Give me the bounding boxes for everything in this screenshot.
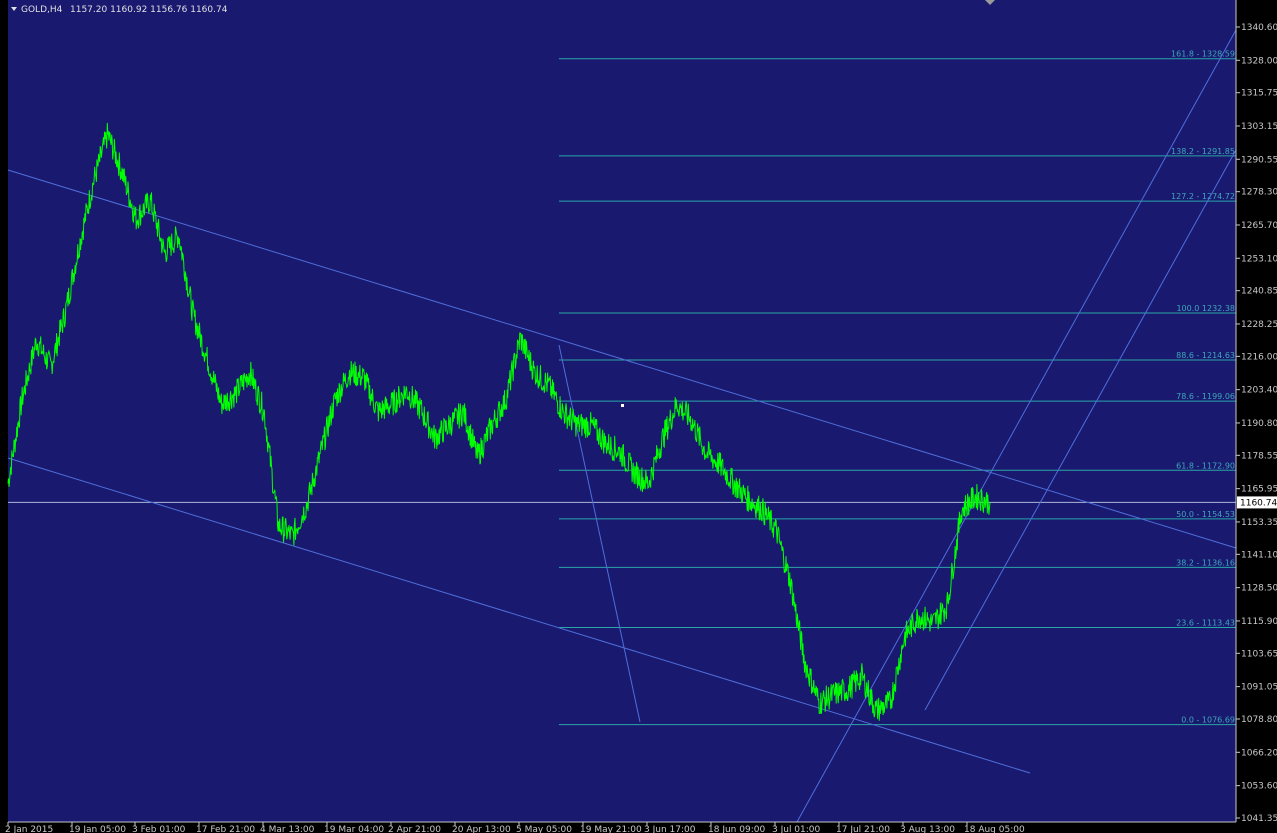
x-tick-label: 2 Apr 21:00 — [388, 825, 441, 833]
y-tick-label: 1103.65 — [1241, 649, 1277, 659]
y-tick-label: 1203.40 — [1241, 386, 1277, 396]
y-axis: 1340.60 1328.00 1315.75 1303.15 1290.55 1278.… — [1235, 0, 1277, 833]
x-tick-label: 19 May 21:00 — [580, 825, 642, 833]
y-tick-label: 1128.50 — [1241, 584, 1277, 594]
fib-label: 78.6 - 1199.06 — [1176, 392, 1235, 401]
x-tick-label: 3 Aug 13:00 — [900, 825, 955, 833]
y-tick-label: 1178.55 — [1241, 451, 1277, 461]
y-tick-label: 1265.70 — [1241, 221, 1277, 231]
fib-label: 127.2 - 1274.72 — [1171, 192, 1235, 201]
y-tick-label: 1078.80 — [1241, 715, 1277, 725]
fib-label: 61.8 - 1172.90 — [1176, 461, 1235, 470]
y-tick-label: 1216.00 — [1241, 352, 1277, 362]
y-tick-label: 1278.30 — [1241, 188, 1277, 198]
x-tick-label: 4 Mar 13:00 — [260, 825, 315, 833]
x-tick-label: 3 Jul 01:00 — [772, 825, 821, 833]
fib-label: 23.6 - 1113.43 — [1176, 618, 1235, 627]
fib-label: 0.0 - 1076.69 — [1181, 716, 1235, 725]
fib-label: 100.0 1232.38 — [1176, 304, 1235, 313]
x-tick-label: 17 Feb 21:00 — [196, 825, 255, 833]
y-tick-label: 1141.10 — [1241, 550, 1277, 560]
x-tick-label: 17 Jul 21:00 — [836, 825, 890, 833]
annotation-dot — [621, 404, 624, 407]
fib-label: 161.8 - 1328.59 — [1171, 50, 1235, 59]
x-tick-label: 2 Jan 2015 — [5, 825, 53, 833]
y-tick-label: 1228.25 — [1241, 320, 1277, 330]
y-tick-label: 1290.55 — [1241, 155, 1277, 165]
y-tick-label: 1091.05 — [1241, 683, 1277, 693]
x-tick-label: 3 Feb 01:00 — [132, 825, 186, 833]
plot-background — [8, 0, 1236, 822]
y-tick-label: 1153.35 — [1241, 518, 1277, 528]
fib-label: 38.2 - 1136.16 — [1176, 558, 1235, 567]
y-tick-label: 1303.15 — [1241, 122, 1277, 132]
x-tick-label: 20 Apr 13:00 — [452, 825, 511, 833]
symbol-label: GOLD,H4 — [21, 5, 63, 15]
y-tick-label: 1066.20 — [1241, 748, 1277, 758]
x-tick-label: 19 Mar 04:00 — [324, 825, 384, 833]
current-price-label: 1160.74 — [1240, 498, 1277, 508]
y-tick-label: 1315.75 — [1241, 89, 1277, 99]
fib-label: 50.0 - 1154.53 — [1176, 510, 1235, 519]
y-tick-label: 1053.60 — [1241, 782, 1277, 792]
y-tick-label: 1340.60 — [1241, 23, 1277, 33]
x-tick-label: 19 Jan 05:00 — [69, 825, 126, 833]
fib-label: 138.2 - 1291.85 — [1171, 147, 1235, 156]
y-tick-label: 1165.95 — [1241, 485, 1277, 495]
y-tick-label: 1240.85 — [1241, 287, 1277, 297]
x-axis: 2 Jan 2015 19 Jan 05:00 3 Feb 01:00 17 Feb … — [0, 821, 1277, 833]
x-tick-label: 18 Aug 05:00 — [964, 825, 1025, 833]
x-tick-label: 18 Jun 09:00 — [708, 825, 765, 833]
x-tick-label: 5 May 05:00 — [516, 825, 572, 833]
y-tick-label: 1115.90 — [1241, 617, 1277, 627]
y-tick-label: 1253.10 — [1241, 254, 1277, 264]
y-tick-label: 1328.00 — [1241, 56, 1277, 66]
chart-window: 161.8 - 1328.59 138.2 - 1291.85 127.2 - 12… — [0, 0, 1277, 833]
price-chart: 161.8 - 1328.59 138.2 - 1291.85 127.2 - 12… — [0, 0, 1277, 833]
ohlc-readout: 1157.20 1160.92 1156.76 1160.74 — [70, 5, 228, 15]
x-tick-label: 3 Jun 17:00 — [644, 825, 696, 833]
chart-header: GOLD,H4 1157.20 1160.92 1156.76 1160.74 — [11, 5, 228, 15]
y-tick-label: 1190.80 — [1241, 419, 1277, 429]
fib-label: 88.6 - 1214.63 — [1176, 351, 1235, 360]
